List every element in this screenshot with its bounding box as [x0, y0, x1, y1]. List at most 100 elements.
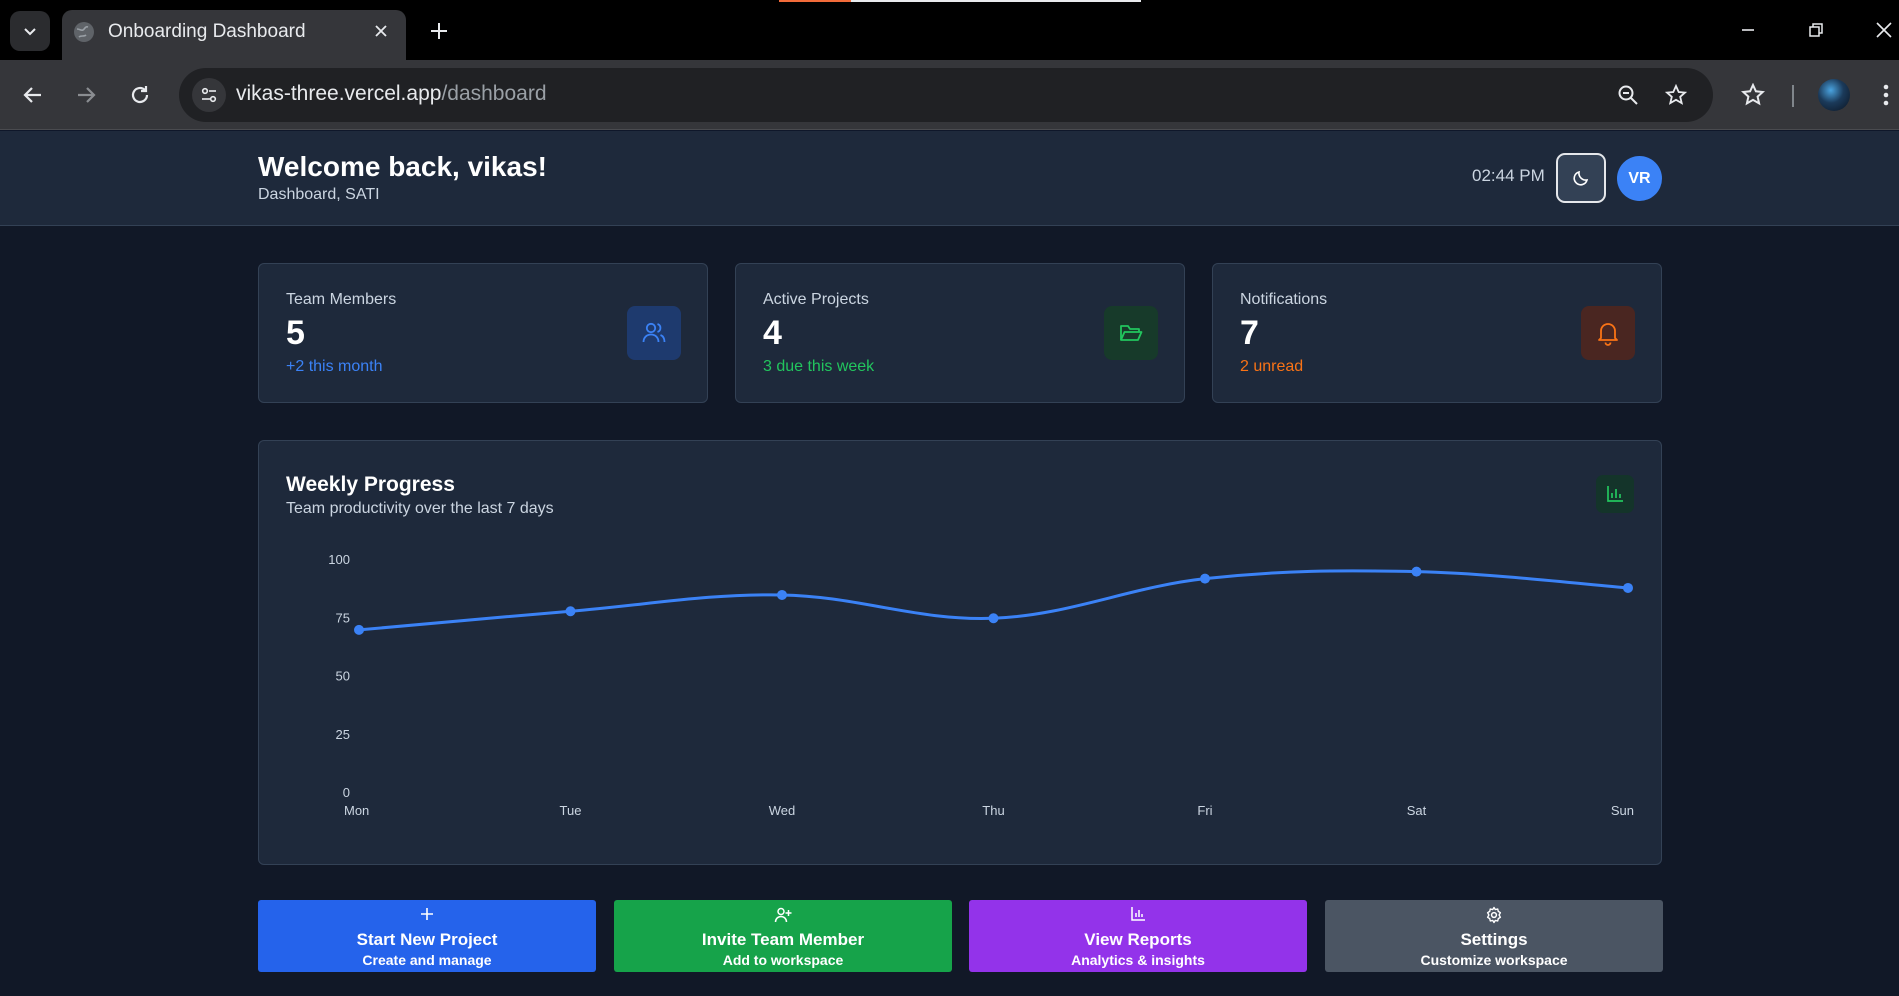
- y-tick-label: 25: [336, 727, 350, 742]
- close-icon: [375, 25, 387, 37]
- tab-close-button[interactable]: [368, 18, 394, 44]
- chevron-down-icon: [24, 28, 36, 36]
- page-title: Welcome back, vikas!: [258, 151, 547, 182]
- bar-chart-icon: [969, 906, 1307, 926]
- zoom-icon: [1618, 85, 1638, 105]
- data-point: [1411, 566, 1422, 577]
- restore-icon: [1809, 23, 1823, 37]
- action-title: View Reports: [1084, 930, 1192, 949]
- folder-open-icon: [1104, 306, 1158, 360]
- forward-button[interactable]: [66, 75, 106, 115]
- new-tab-button[interactable]: [423, 15, 455, 47]
- toolbar-divider: [1792, 85, 1794, 107]
- stat-note: 2 unread: [1240, 358, 1304, 375]
- invite-team-member-button[interactable]: Invite Team Member Add to workspace: [614, 900, 952, 972]
- page-subtitle: Dashboard, SATI: [258, 186, 380, 203]
- globe-icon: [74, 22, 94, 42]
- bell-icon: [1581, 306, 1635, 360]
- back-button[interactable]: [13, 75, 53, 115]
- action-title: Start New Project: [356, 930, 498, 949]
- view-reports-button[interactable]: View Reports Analytics & insights: [969, 900, 1307, 972]
- site-info-button[interactable]: [192, 78, 226, 112]
- dashboard-page: Welcome back, vikas! Dashboard, SATI 02:…: [0, 131, 1899, 996]
- x-tick-label: Sun: [1611, 803, 1634, 818]
- stat-card-notifications: Notifications 7 2 unread: [1212, 263, 1662, 403]
- x-tick-label: Thu: [982, 803, 1004, 818]
- x-tick-label: Mon: [344, 803, 369, 818]
- action-title: Invite Team Member: [701, 930, 865, 949]
- menu-button[interactable]: [1866, 75, 1899, 115]
- action-subtitle: Create and manage: [362, 952, 492, 968]
- user-plus-icon: [614, 906, 952, 926]
- bookmarks-button[interactable]: [1733, 75, 1773, 115]
- x-tick-label: Tue: [560, 803, 582, 818]
- stat-card-team-members: Team Members 5 +2 this month: [258, 263, 708, 403]
- data-point: [1623, 582, 1633, 593]
- y-tick-label: 50: [336, 669, 350, 684]
- stat-note: +2 this month: [286, 358, 383, 375]
- more-vertical-icon: [1883, 84, 1889, 106]
- theme-toggle-button[interactable]: [1556, 153, 1606, 203]
- stat-label: Active Projects: [763, 291, 869, 308]
- stat-note: 3 due this week: [763, 358, 875, 375]
- minimize-icon: [1742, 29, 1754, 31]
- browser-tabstrip: Onboarding Dashboard: [0, 0, 1899, 60]
- browser-tab[interactable]: Onboarding Dashboard: [62, 10, 406, 60]
- y-tick-label: 75: [336, 610, 350, 625]
- data-point: [988, 613, 999, 624]
- reload-button[interactable]: [120, 75, 160, 115]
- url-path: /dashboard: [441, 82, 547, 105]
- arrow-right-icon: [78, 87, 96, 103]
- tune-icon: [201, 87, 217, 103]
- gear-icon: [1325, 906, 1663, 926]
- data-point: [565, 606, 576, 617]
- data-point: [1200, 573, 1210, 584]
- loading-bar: [779, 0, 851, 2]
- stat-value: 5: [286, 314, 305, 352]
- start-new-project-button[interactable]: Start New Project Create and manage: [258, 900, 596, 972]
- star-list-icon: [1741, 83, 1765, 106]
- plus-icon: [431, 23, 447, 39]
- reload-icon: [131, 86, 149, 104]
- y-tick-label: 100: [328, 552, 350, 567]
- settings-button[interactable]: Settings Customize workspace: [1325, 900, 1663, 972]
- data-point: [354, 624, 364, 635]
- star-icon: [1665, 84, 1687, 105]
- restore-button[interactable]: [1798, 12, 1834, 48]
- page-header: Welcome back, vikas! Dashboard, SATI 02:…: [0, 131, 1899, 226]
- tab-title: Onboarding Dashboard: [108, 21, 306, 42]
- address-bar[interactable]: vikas-three.vercel.app/dashboard: [179, 68, 1713, 122]
- x-tick-label: Wed: [769, 803, 796, 818]
- url-host: vikas-three.vercel.app: [236, 82, 442, 105]
- stat-value: 4: [763, 314, 782, 352]
- url-text: vikas-three.vercel.app/dashboard: [236, 82, 547, 106]
- zoom-button[interactable]: [1613, 80, 1643, 110]
- moon-icon: [1573, 170, 1589, 186]
- close-window-button[interactable]: [1866, 12, 1899, 48]
- profile-avatar[interactable]: [1818, 79, 1850, 111]
- close-icon: [1876, 22, 1892, 38]
- tab-search-button[interactable]: [10, 11, 50, 51]
- action-title: Settings: [1460, 930, 1528, 949]
- plus-icon: [258, 906, 596, 926]
- stat-label: Notifications: [1240, 291, 1328, 308]
- stat-value: 7: [1240, 314, 1259, 352]
- weekly-progress-chart: 0 25 50 75 100 Mon Tue Wed Thu Fri Sat Sun: [328, 552, 1634, 818]
- weekly-progress-card: Weekly Progress Team productivity over t…: [258, 440, 1662, 865]
- y-tick-label: 0: [343, 785, 350, 800]
- action-subtitle: Add to workspace: [722, 952, 844, 968]
- browser-toolbar: vikas-three.vercel.app/dashboard: [0, 60, 1899, 130]
- minimize-button[interactable]: [1730, 12, 1766, 48]
- loading-bar-track: [851, 0, 1141, 2]
- stat-label: Team Members: [286, 291, 397, 308]
- action-subtitle: Customize workspace: [1420, 952, 1568, 968]
- users-icon: [627, 306, 681, 360]
- clock-time: 02:44 PM: [1472, 166, 1545, 185]
- data-point: [777, 589, 787, 600]
- x-tick-label: Fri: [1197, 803, 1212, 818]
- user-avatar[interactable]: VR: [1617, 156, 1662, 201]
- arrow-left-icon: [23, 87, 41, 103]
- stat-card-active-projects: Active Projects 4 3 due this week: [735, 263, 1185, 403]
- bookmark-button[interactable]: [1661, 80, 1691, 110]
- x-tick-label: Sat: [1407, 803, 1427, 818]
